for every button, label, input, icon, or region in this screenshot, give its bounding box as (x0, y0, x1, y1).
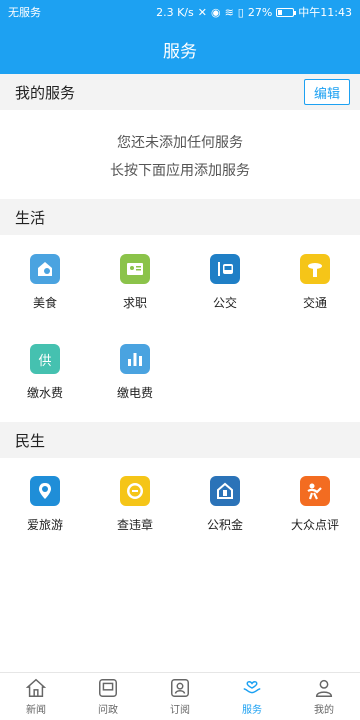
service-item-housing-fund[interactable]: 公积金 (180, 476, 270, 556)
wifi-icon: ≋ (224, 5, 234, 19)
life-section-title: 生活 (15, 208, 46, 227)
water-bill-icon: 供 (30, 344, 60, 374)
battery-icon (276, 7, 297, 17)
tab-label: 订阅 (170, 705, 190, 716)
battery-percent: 27% (247, 5, 273, 19)
service-item-water-bill[interactable]: 供 缴水费 (0, 344, 90, 424)
life-section-header: 生活 (0, 199, 360, 235)
service-icon (243, 681, 261, 694)
inquiry-icon (99, 679, 117, 697)
service-label: 缴水费 (26, 386, 63, 400)
eye-icon: ◉ (210, 5, 221, 19)
service-item-travel[interactable]: 爱旅游 (0, 476, 90, 556)
traffic-icon (300, 254, 330, 284)
battery-fill (278, 9, 283, 15)
service-item-dianping[interactable]: 大众点评 (270, 476, 360, 556)
service-item-violation[interactable]: 查违章 (90, 476, 180, 556)
service-label: 查违章 (116, 518, 153, 532)
profile-icon (315, 679, 333, 697)
status-icons: 2.3 K/s ✕ ◉ ≋ ▯ 27% 中午11:43 (156, 4, 352, 20)
page-title: 服务 (163, 41, 197, 62)
status-bar: 无服务 2.3 K/s ✕ ◉ ≋ ▯ 27% 中午11:43 (0, 0, 360, 24)
mute-icon: ✕ (197, 5, 207, 19)
service-item-bus[interactable]: 公交 (180, 254, 270, 334)
home-icon (25, 678, 47, 697)
service-item-job[interactable]: 求职 (90, 254, 180, 334)
my-services-title: 我的服务 (15, 83, 76, 102)
my-services-header: 我的服务 编辑 (0, 74, 360, 110)
housing-fund-icon (210, 476, 240, 506)
job-icon (120, 254, 150, 284)
carrier-text: 无服务 (8, 6, 41, 19)
edit-button[interactable]: 编辑 (304, 79, 350, 105)
empty-message-line2: 长按下面应用添加服务 (110, 163, 250, 179)
service-label: 交通 (302, 296, 327, 310)
clock: 中午11:43 (298, 6, 352, 19)
service-item-traffic[interactable]: 交通 (270, 254, 360, 334)
food-icon (30, 254, 60, 284)
network-speed: 2.3 K/s (156, 5, 194, 19)
bus-icon (210, 254, 240, 284)
livelihood-section-title: 民生 (15, 431, 46, 450)
service-label: 求职 (122, 296, 147, 310)
travel-icon (30, 476, 60, 506)
service-label: 爱旅游 (26, 518, 63, 532)
tab-subscribe[interactable]: 订阅 (144, 673, 216, 720)
electric-bill-icon (120, 344, 150, 374)
livelihood-section-header: 民生 (0, 422, 360, 458)
tab-profile[interactable]: 我的 (288, 673, 360, 720)
tab-label: 我的 (314, 705, 334, 716)
tab-service[interactable]: 服务 (216, 673, 288, 720)
empty-message-line1: 您还未添加任何服务 (117, 135, 243, 151)
service-label: 大众点评 (290, 518, 339, 532)
violation-icon (120, 476, 150, 506)
tab-label: 问政 (98, 705, 118, 716)
title-bar: 服务 (0, 24, 360, 74)
tab-label: 服务 (242, 705, 262, 716)
service-label: 美食 (32, 296, 57, 310)
tab-inquiry[interactable]: 问政 (72, 673, 144, 720)
bottom-tab-bar: 新闻 问政 订阅 服务 我的 (0, 672, 360, 720)
service-label: 公积金 (206, 518, 243, 532)
service-item-food[interactable]: 美食 (0, 254, 90, 334)
dianping-icon (300, 476, 330, 506)
service-label: 缴电费 (116, 386, 153, 400)
sim-icon: ▯ (237, 5, 244, 19)
tab-label: 新闻 (26, 705, 46, 716)
subscribe-icon (171, 679, 189, 697)
tab-news[interactable]: 新闻 (0, 673, 72, 720)
service-item-electric-bill[interactable]: 缴电费 (90, 344, 180, 424)
service-label: 公交 (212, 296, 237, 310)
